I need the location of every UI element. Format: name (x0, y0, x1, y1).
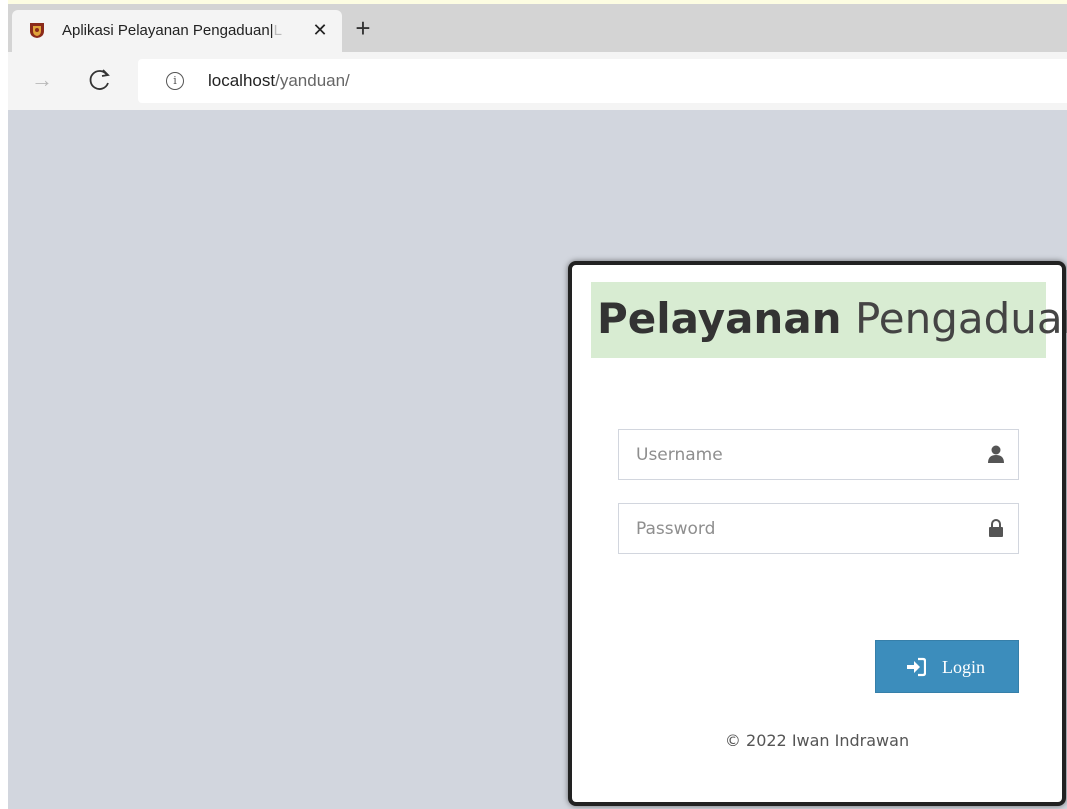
window-left-edge (0, 0, 8, 809)
reload-icon[interactable] (86, 66, 114, 94)
new-tab-button[interactable]: + (350, 15, 376, 42)
logo-bold: Pelayanan (597, 294, 842, 343)
logo-light: Pengaduan (854, 294, 1067, 343)
tab-title-text: Aplikasi Pelayanan Pengaduan| (62, 22, 274, 39)
url-host: localhost (208, 71, 276, 90)
username-input[interactable] (619, 430, 979, 479)
password-input[interactable] (619, 504, 979, 553)
lock-icon (989, 519, 1003, 537)
arrow-right-icon[interactable]: → (30, 68, 54, 92)
login-logo: Pelayanan Pengaduan (591, 282, 1067, 358)
tab-title-overflow: L (273, 22, 282, 39)
user-icon (988, 445, 1004, 463)
tab-close-icon[interactable]: ✕ (310, 20, 330, 40)
login-button-label: Login (942, 657, 985, 677)
browser-tab[interactable]: Aplikasi Pelayanan Pengaduan|L ✕ (12, 10, 342, 52)
password-field (618, 503, 1019, 554)
favicon-icon (30, 23, 44, 38)
tab-title: Aplikasi Pelayanan Pengaduan|L (62, 22, 302, 39)
copyright-footer: © 2022 Iwan Indrawan (724, 731, 910, 750)
info-icon[interactable]: i (166, 72, 184, 90)
address-bar[interactable]: i localhost/yanduan/ (138, 59, 1067, 103)
sign-in-icon (907, 657, 926, 677)
page-content: Pelayanan Pengaduan Login © 2022 Iwan In… (8, 110, 1067, 809)
username-field (618, 429, 1019, 480)
browser-toolbar: → i localhost/yanduan/ (8, 52, 1067, 110)
login-button[interactable]: Login (875, 640, 1019, 693)
browser-tab-strip: Aplikasi Pelayanan Pengaduan|L ✕ + (8, 4, 1067, 52)
address-url[interactable]: localhost/yanduan/ (208, 71, 350, 91)
login-box: Pelayanan Pengaduan Login © 2022 Iwan In… (568, 261, 1067, 806)
url-path: /yanduan/ (275, 71, 350, 90)
logo-text: Pelayanan Pengaduan (597, 294, 1067, 344)
